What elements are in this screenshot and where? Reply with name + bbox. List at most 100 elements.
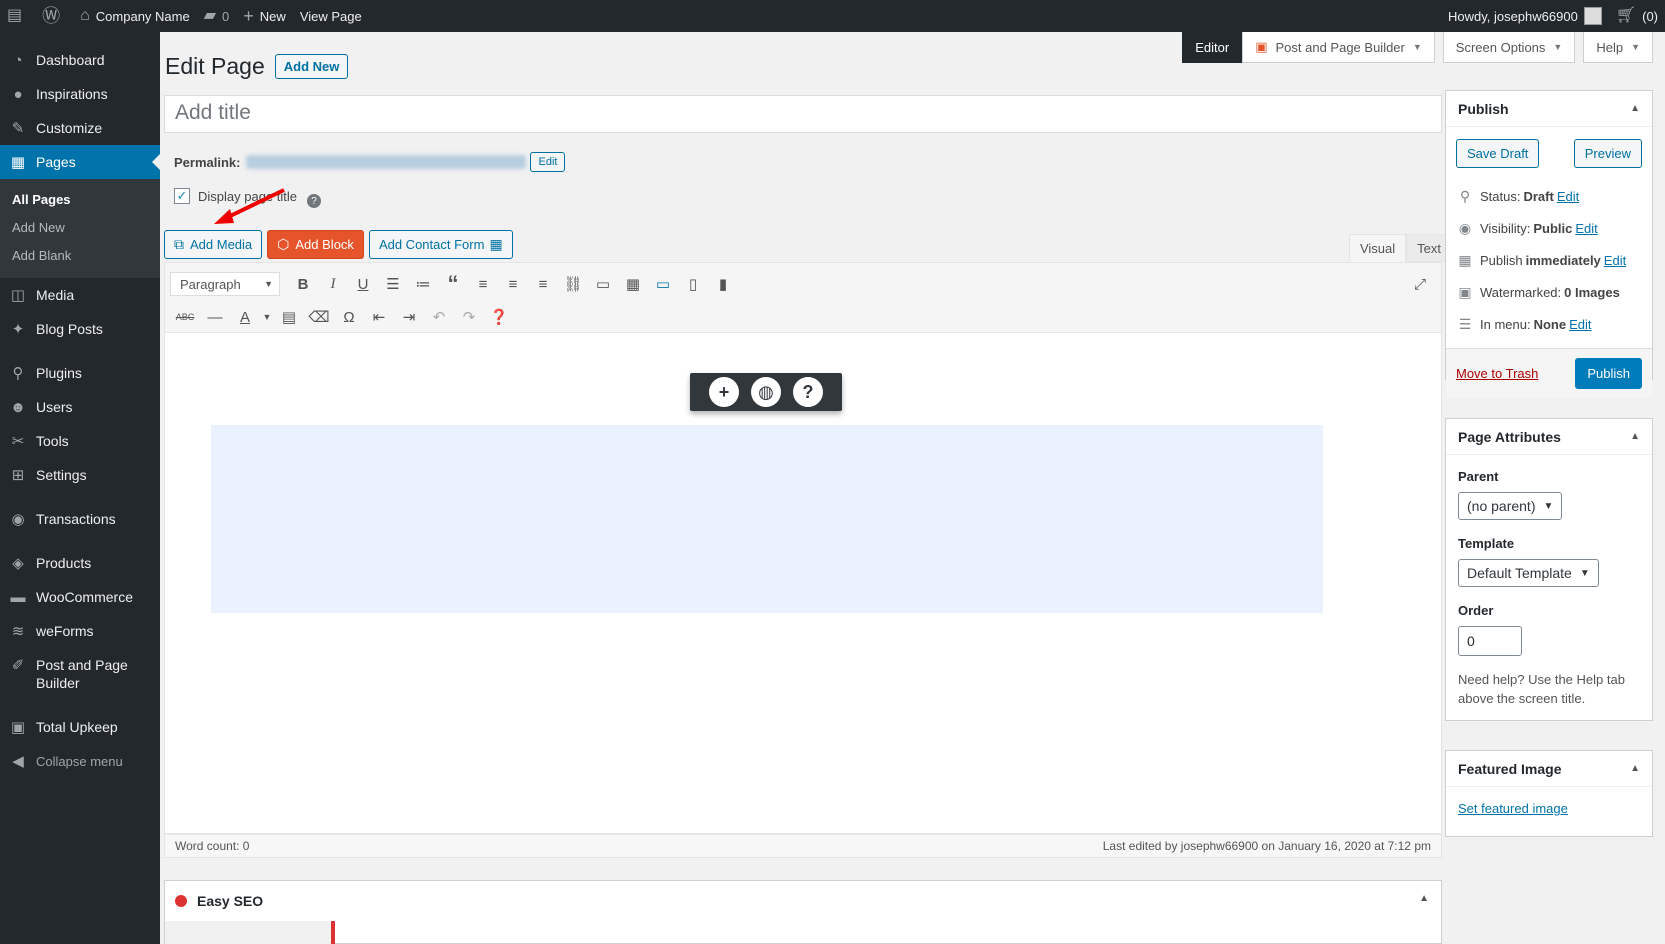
- redo-icon[interactable]: ↷: [454, 305, 484, 329]
- sidebar-item-settings[interactable]: ⊞ Settings: [0, 458, 160, 492]
- edit-schedule-link[interactable]: Edit: [1604, 253, 1626, 268]
- save-draft-button[interactable]: Save Draft: [1456, 139, 1540, 168]
- undo-icon[interactable]: ↶: [424, 305, 454, 329]
- tab-visual[interactable]: Visual: [1348, 234, 1407, 262]
- screen-options-button[interactable]: Screen Options ▼: [1442, 32, 1576, 63]
- outdent-icon[interactable]: ⇤: [364, 305, 394, 329]
- page-attributes-header[interactable]: Page Attributes ▲: [1446, 419, 1652, 455]
- strikethrough-icon[interactable]: ABC: [170, 305, 200, 329]
- horizontal-line-icon[interactable]: —: [200, 305, 230, 329]
- add-contact-form-button[interactable]: Add Contact Form ▦: [368, 230, 513, 259]
- set-featured-image-link[interactable]: Set featured image: [1458, 801, 1568, 816]
- cart-icon: 🛒︎: [1615, 7, 1637, 24]
- bullet-list-icon[interactable]: ☰: [378, 272, 408, 296]
- permalink-edit-button[interactable]: Edit: [530, 152, 566, 172]
- parent-select[interactable]: (no parent) ▼: [1458, 492, 1563, 520]
- align-center-icon[interactable]: ≡: [498, 272, 528, 296]
- sidebar-item-blog-posts[interactable]: ✦ Blog Posts: [0, 312, 160, 346]
- underline-icon[interactable]: U: [348, 272, 378, 296]
- cart-link[interactable]: 🛒︎ (0): [1609, 0, 1665, 32]
- sidebar-item-post-page-builder[interactable]: ✐ Post and Page Builder: [0, 648, 160, 700]
- featured-image-header[interactable]: Featured Image ▲: [1446, 751, 1652, 787]
- collapse-toggle-icon[interactable]: ▲: [1630, 763, 1640, 774]
- sidebar-toggle[interactable]: ▤: [0, 0, 35, 32]
- view-page-link[interactable]: View Page: [293, 0, 369, 32]
- edit-menu-link[interactable]: Edit: [1569, 317, 1591, 332]
- sidebar-item-transactions[interactable]: ◉ Transactions: [0, 502, 160, 536]
- permalink-url[interactable]: [246, 155, 527, 169]
- numbered-list-icon[interactable]: ≔: [408, 272, 438, 296]
- display-title-checkbox[interactable]: ✓: [174, 188, 190, 204]
- add-new-button[interactable]: Add New: [274, 54, 349, 79]
- editor-mode-tab[interactable]: Editor: [1182, 32, 1243, 63]
- collapse-toggle-icon[interactable]: ▲: [1630, 103, 1640, 114]
- sidebar-item-products[interactable]: ◈ Products: [0, 546, 160, 580]
- link-icon[interactable]: ⛓: [558, 272, 588, 296]
- tablet-preview-icon[interactable]: ▯: [678, 272, 708, 296]
- publish-header[interactable]: Publish ▲: [1446, 91, 1652, 127]
- desktop-preview-icon[interactable]: ▭: [648, 272, 678, 296]
- blockquote-icon[interactable]: “: [438, 271, 468, 296]
- preview-button[interactable]: Preview: [1573, 139, 1642, 168]
- special-character-icon[interactable]: Ω: [334, 305, 364, 329]
- transactions-icon: ◉: [11, 511, 25, 528]
- help-icon[interactable]: ?: [307, 194, 321, 208]
- globe-icon[interactable]: ◍: [751, 377, 781, 407]
- new-content-link[interactable]: + New: [236, 0, 293, 32]
- collapse-menu-button[interactable]: ◀ Collapse menu: [0, 744, 160, 778]
- template-select[interactable]: Default Template ▼: [1458, 559, 1599, 587]
- paste-text-icon[interactable]: ▤: [274, 305, 304, 329]
- help-icon[interactable]: ?: [793, 377, 823, 407]
- add-block-button[interactable]: ⬡ Add Block: [267, 230, 364, 259]
- sidebar-item-plugins[interactable]: ⚲ Plugins: [0, 356, 160, 390]
- sidebar-item-inspirations[interactable]: ● Inspirations: [0, 77, 160, 111]
- content-block-placeholder[interactable]: [211, 425, 1323, 613]
- align-left-icon[interactable]: ≡: [468, 272, 498, 296]
- mobile-preview-icon[interactable]: ▮: [708, 272, 738, 296]
- avatar: [1583, 7, 1602, 25]
- easy-seo-header[interactable]: Easy SEO: [165, 881, 1441, 921]
- bold-icon[interactable]: B: [288, 272, 318, 296]
- sidebar-item-media[interactable]: ◫ Media: [0, 278, 160, 312]
- sidebar-item-dashboard[interactable]: ◔ Dashboard: [0, 43, 160, 77]
- help-button[interactable]: Help ▼: [1583, 32, 1653, 63]
- edit-status-link[interactable]: Edit: [1557, 189, 1579, 204]
- builder-mode-tab[interactable]: ▣ Post and Page Builder ▼: [1242, 32, 1435, 63]
- clear-formatting-icon[interactable]: ⌫: [304, 305, 334, 329]
- sidebar-item-woocommerce[interactable]: ▬ WooCommerce: [0, 580, 160, 614]
- order-input[interactable]: 0: [1458, 626, 1522, 656]
- keyboard-shortcuts-icon[interactable]: ❓: [484, 305, 514, 329]
- submenu-all-pages[interactable]: All Pages: [0, 186, 160, 214]
- format-select[interactable]: Paragraph ▼: [170, 272, 280, 296]
- publish-button[interactable]: Publish: [1575, 358, 1642, 389]
- title-input[interactable]: Add title: [164, 95, 1442, 133]
- text-color-icon[interactable]: A: [230, 305, 260, 329]
- in-menu-row: ☰ In menu: None Edit: [1456, 308, 1642, 340]
- site-name-link[interactable]: ⌂ Company Name: [73, 0, 197, 32]
- toolbar-toggle-icon[interactable]: ▦: [618, 272, 648, 296]
- edit-visibility-link[interactable]: Edit: [1575, 221, 1597, 236]
- block-icon: ⬡: [277, 236, 290, 252]
- wp-logo[interactable]: Ⓦ: [35, 0, 73, 32]
- move-to-trash-link[interactable]: Move to Trash: [1456, 366, 1538, 381]
- italic-icon[interactable]: I: [318, 272, 348, 296]
- align-right-icon[interactable]: ≡: [528, 272, 558, 296]
- sidebar-item-total-upkeep[interactable]: ▣ Total Upkeep: [0, 710, 160, 744]
- fullscreen-icon[interactable]: ⤢: [1405, 272, 1435, 296]
- sidebar-item-pages[interactable]: ▦ Pages: [0, 145, 160, 179]
- account-menu[interactable]: Howdy, josephw66900: [1441, 0, 1609, 32]
- add-icon[interactable]: +: [709, 377, 739, 407]
- sidebar-item-weforms[interactable]: ≋ weForms: [0, 614, 160, 648]
- submenu-add-new[interactable]: Add New: [0, 214, 160, 242]
- read-more-icon[interactable]: ▭: [588, 272, 618, 296]
- collapse-toggle-icon[interactable]: ▲: [1630, 431, 1640, 442]
- submenu-add-blank[interactable]: Add Blank: [0, 242, 160, 270]
- sidebar-item-tools[interactable]: ✂ Tools: [0, 424, 160, 458]
- caret-down-icon[interactable]: ▼: [260, 305, 274, 329]
- indent-icon[interactable]: ⇥: [394, 305, 424, 329]
- sidebar-item-customize[interactable]: ✎ Customize: [0, 111, 160, 145]
- comments-link[interactable]: ▰ 0: [197, 0, 237, 32]
- collapse-toggle-icon[interactable]: ▲: [1419, 893, 1429, 904]
- add-media-button[interactable]: ⧉ Add Media: [164, 230, 263, 259]
- sidebar-item-users[interactable]: ☻ Users: [0, 390, 160, 424]
